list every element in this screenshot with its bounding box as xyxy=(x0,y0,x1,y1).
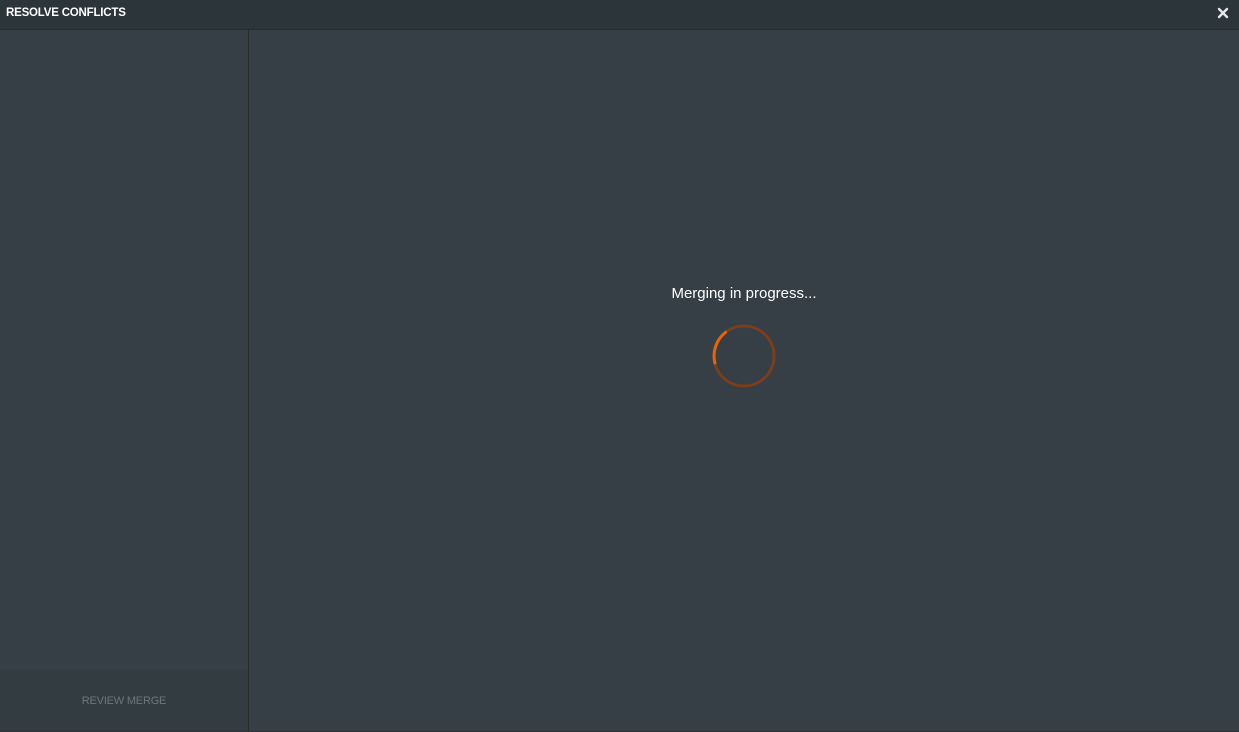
merge-status-label: Merging in progress... xyxy=(671,285,817,302)
main-panel: Merging in progress... xyxy=(249,30,1239,732)
loading-spinner-icon xyxy=(711,323,777,389)
close-icon[interactable] xyxy=(1216,6,1230,20)
sidebar-footer: REVIEW MERGE xyxy=(0,670,248,731)
sidebar-panel: REVIEW MERGE xyxy=(0,30,249,731)
merge-status-text: Merging in progress... xyxy=(249,285,1239,302)
title-bar: RESOLVE CONFLICTS xyxy=(0,0,1239,30)
dialog-title: RESOLVE CONFLICTS xyxy=(6,7,126,19)
review-merge-button[interactable]: REVIEW MERGE xyxy=(0,695,248,707)
resolve-conflicts-dialog: RESOLVE CONFLICTS REVIEW MERGE Merging i… xyxy=(0,0,1239,732)
